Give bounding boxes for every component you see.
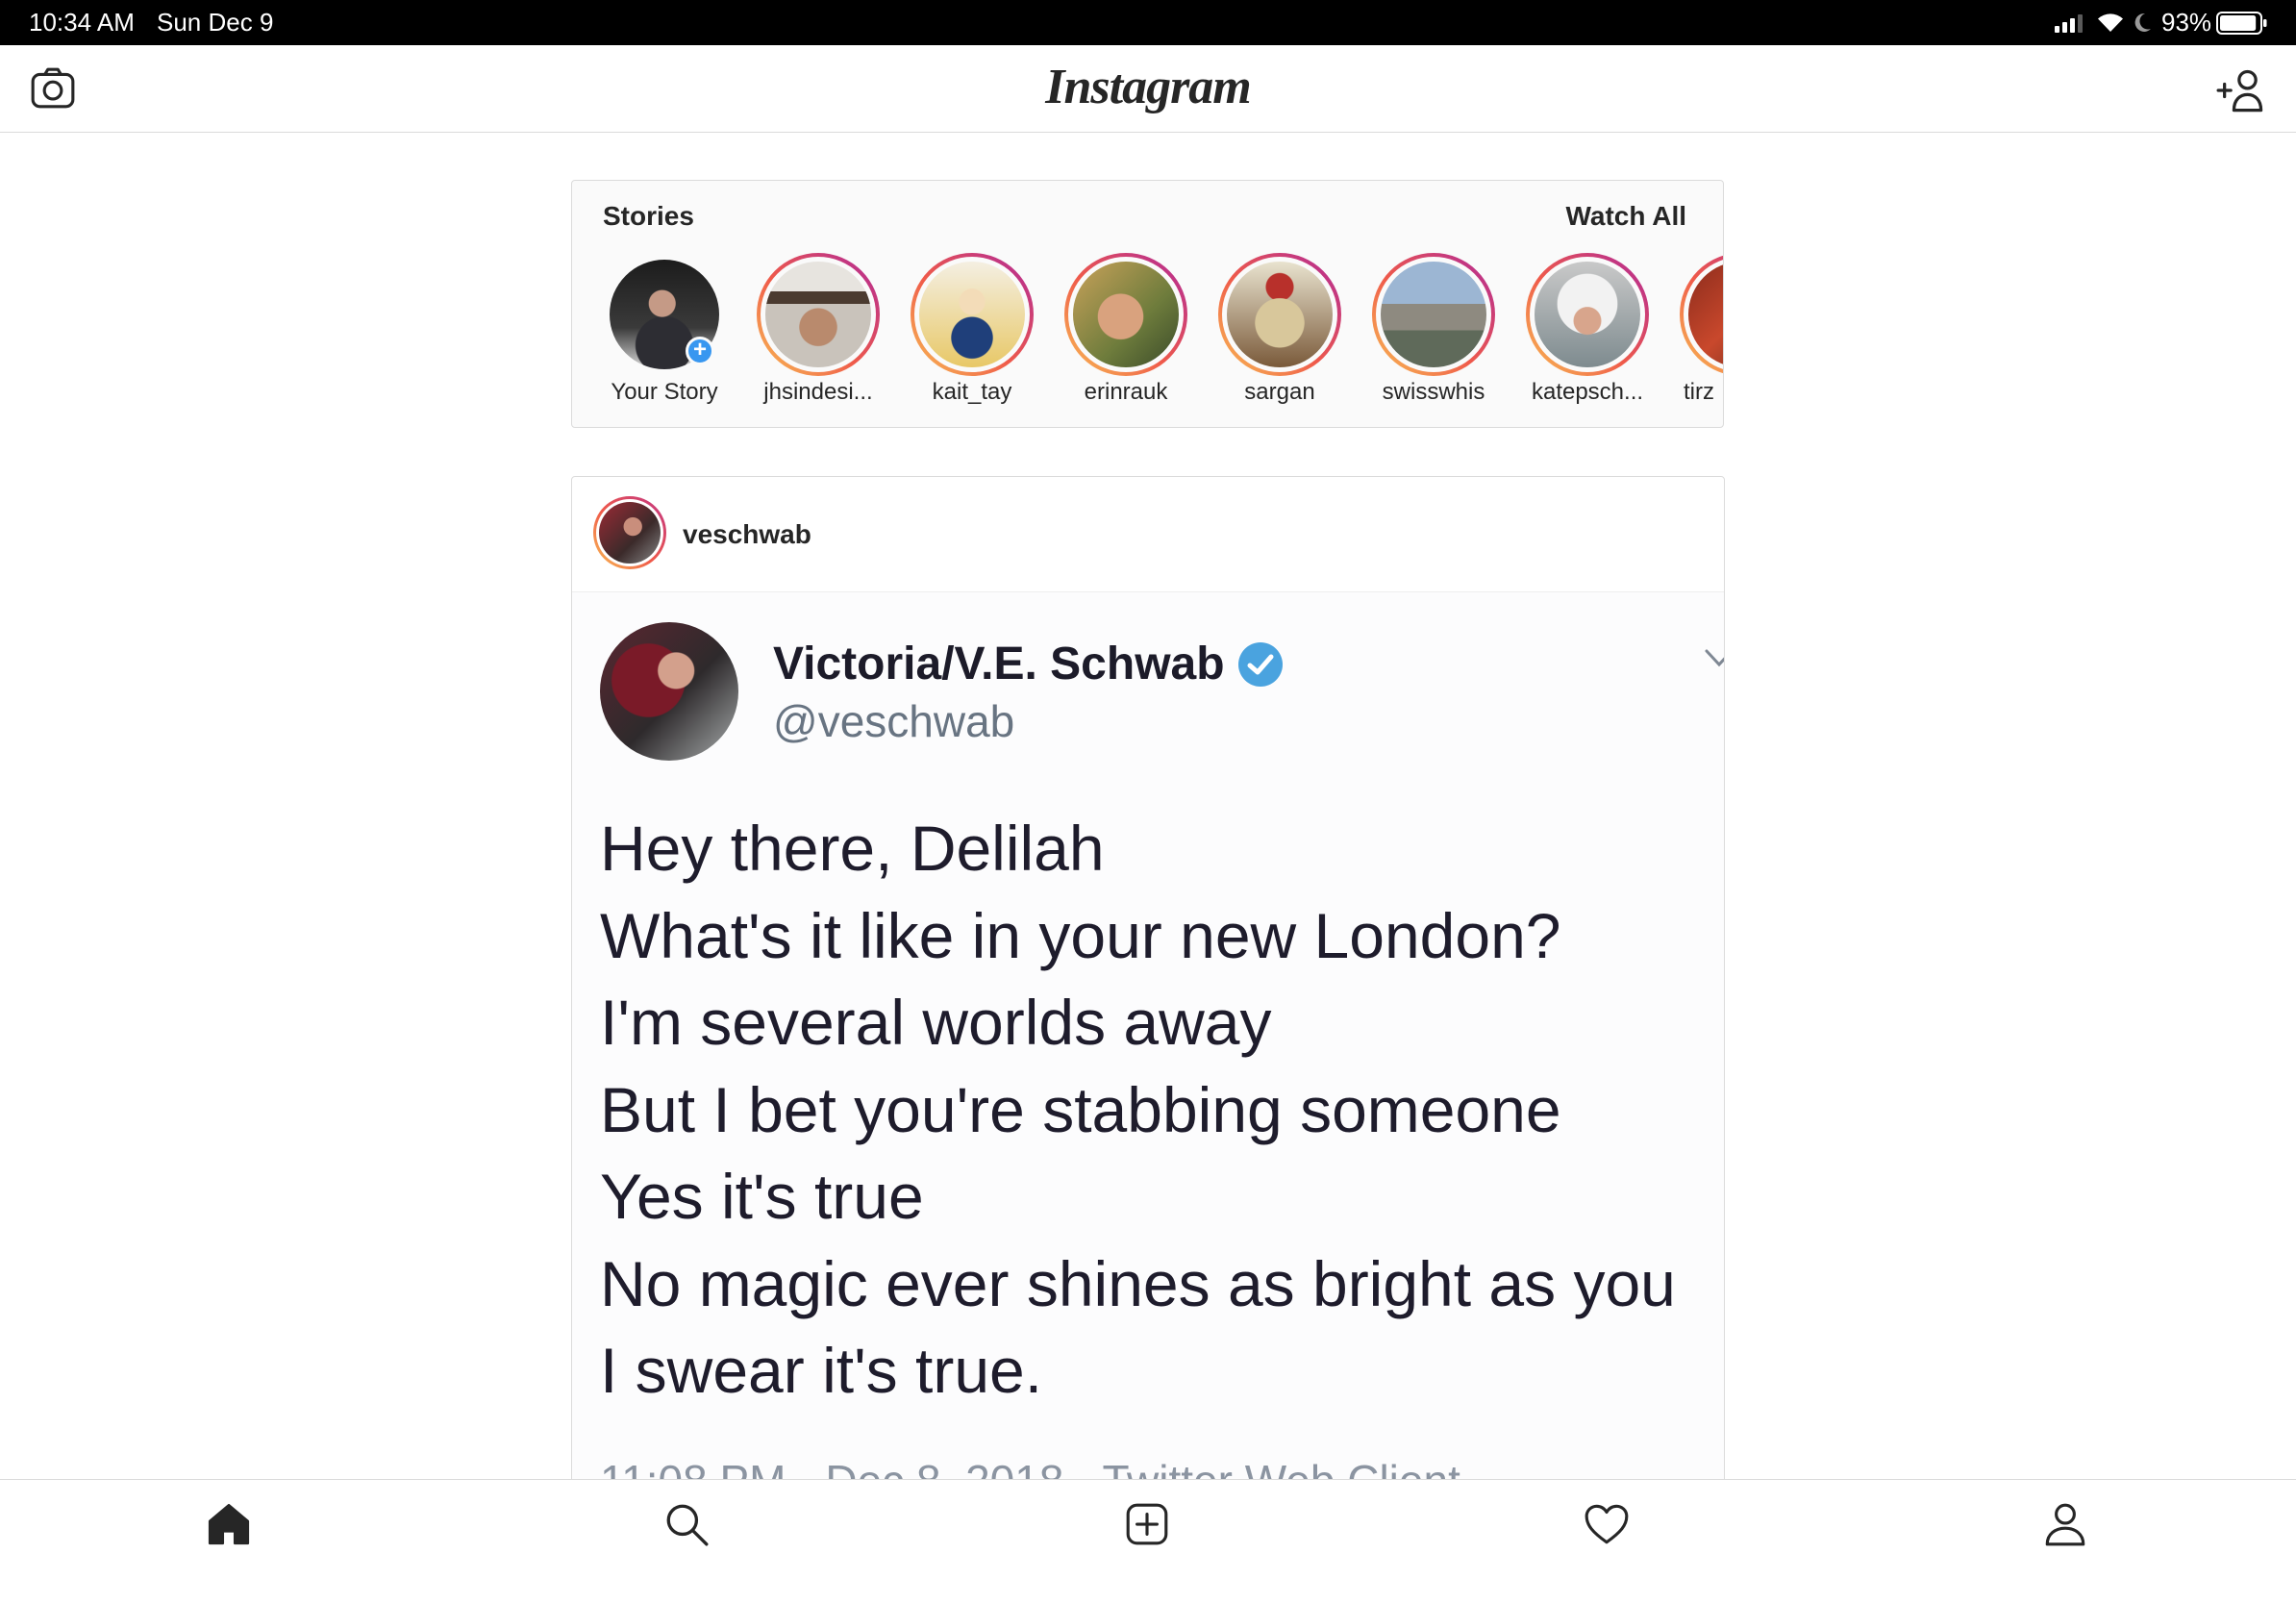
avatar: [1688, 262, 1723, 367]
new-post-icon[interactable]: [1123, 1500, 1171, 1548]
wifi-icon: [2098, 13, 2123, 32]
instagram-logo: Instagram: [1045, 60, 1252, 114]
story-label: tirz: [1684, 379, 1714, 405]
story-item[interactable]: tirz: [1664, 253, 1723, 407]
tweet-author-handle: @veschwab: [773, 696, 1015, 746]
tweet-line: But I bet you're stabbing someone: [600, 1073, 1561, 1145]
add-story-plus-icon[interactable]: +: [686, 337, 714, 365]
post-image-tweet-screenshot[interactable]: Victoria/V.E. Schwab @veschwab Hey there…: [572, 592, 1724, 1533]
home-icon[interactable]: [205, 1500, 253, 1548]
story-ring[interactable]: [1218, 253, 1341, 376]
tweet-line: Hey there, Delilah: [600, 813, 1105, 884]
signal-icon: [2055, 14, 2083, 33]
story-ring[interactable]: [911, 253, 1034, 376]
tweet-author-name: Victoria/V.E. Schwab: [773, 639, 1225, 689]
your-story-avatar[interactable]: +: [603, 253, 726, 376]
battery-percent: 93%: [2161, 8, 2212, 37]
story-ring[interactable]: [1680, 253, 1723, 376]
tweet-line: Yes it's true: [600, 1161, 924, 1232]
story-item[interactable]: katepsch...: [1510, 253, 1664, 407]
post-author-avatar[interactable]: [593, 496, 666, 569]
stories-row: + Your Story jhsindesi... kait_tay erinr…: [587, 253, 1723, 407]
story-ring[interactable]: [1372, 253, 1495, 376]
heart-icon[interactable]: [1583, 1500, 1631, 1548]
watch-all-button[interactable]: Watch All: [1566, 199, 1686, 234]
status-time: 10:34 AM: [29, 8, 135, 37]
avatar: [1227, 262, 1333, 367]
post-username[interactable]: veschwab: [683, 477, 811, 591]
verified-badge-icon: [1237, 642, 1283, 687]
avatar: [599, 502, 661, 564]
tweet-author-avatar: [600, 622, 738, 761]
story-item[interactable]: kait_tay: [895, 253, 1049, 407]
avatar: [1073, 262, 1179, 367]
story-item[interactable]: sargan: [1203, 253, 1357, 407]
top-nav-bar: Instagram: [0, 45, 2296, 133]
avatar: [1535, 262, 1640, 367]
avatar: [765, 262, 871, 367]
story-item[interactable]: swisswhis: [1357, 253, 1510, 407]
tweet-line: I'm several worlds away: [600, 987, 1272, 1058]
camera-icon[interactable]: [29, 64, 77, 113]
story-label: erinrauk: [1084, 379, 1168, 405]
tweet-line: What's it like in your new London?: [600, 899, 1561, 971]
tweet-name-row: Victoria/V.E. Schwab: [773, 637, 1285, 692]
story-item[interactable]: jhsindesi...: [741, 253, 895, 407]
post-header: veschwab: [572, 477, 1724, 592]
story-ring[interactable]: [1064, 253, 1187, 376]
add-person-icon[interactable]: [2216, 65, 2266, 115]
profile-icon[interactable]: [2041, 1500, 2089, 1548]
battery-icon: [2216, 12, 2267, 35]
story-label: Your Story: [611, 379, 718, 405]
stories-title: Stories: [603, 201, 694, 231]
moon-icon: [2134, 13, 2151, 32]
story-label: sargan: [1244, 379, 1315, 405]
feed-post: veschwab Victoria/V.E. Schwab @veschwab …: [571, 476, 1725, 1534]
tweet-text: Hey there, Delilah What's it like in you…: [600, 805, 1676, 1415]
story-label: jhsindesi...: [763, 379, 873, 405]
chevron-down-icon: [1705, 649, 1724, 667]
story-label: swisswhis: [1382, 379, 1485, 405]
story-ring[interactable]: [1526, 253, 1649, 376]
story-ring[interactable]: [757, 253, 880, 376]
stories-tray: Stories Watch All + Your Story jhsindesi…: [571, 180, 1724, 428]
avatar: [1381, 262, 1486, 367]
story-label: kait_tay: [932, 379, 1012, 405]
search-icon[interactable]: [662, 1500, 711, 1548]
story-item-your-story[interactable]: + Your Story: [587, 253, 741, 407]
status-date: Sun Dec 9: [157, 8, 274, 37]
status-bar: 10:34 AM Sun Dec 9 93%: [0, 0, 2296, 45]
avatar: [919, 262, 1025, 367]
story-label: katepsch...: [1531, 379, 1644, 405]
tweet-line: I swear it's true.: [600, 1335, 1043, 1406]
story-item[interactable]: erinrauk: [1049, 253, 1203, 407]
tweet-line: No magic ever shines as bright as you: [600, 1247, 1676, 1319]
bottom-tab-bar: [0, 1479, 2296, 1604]
